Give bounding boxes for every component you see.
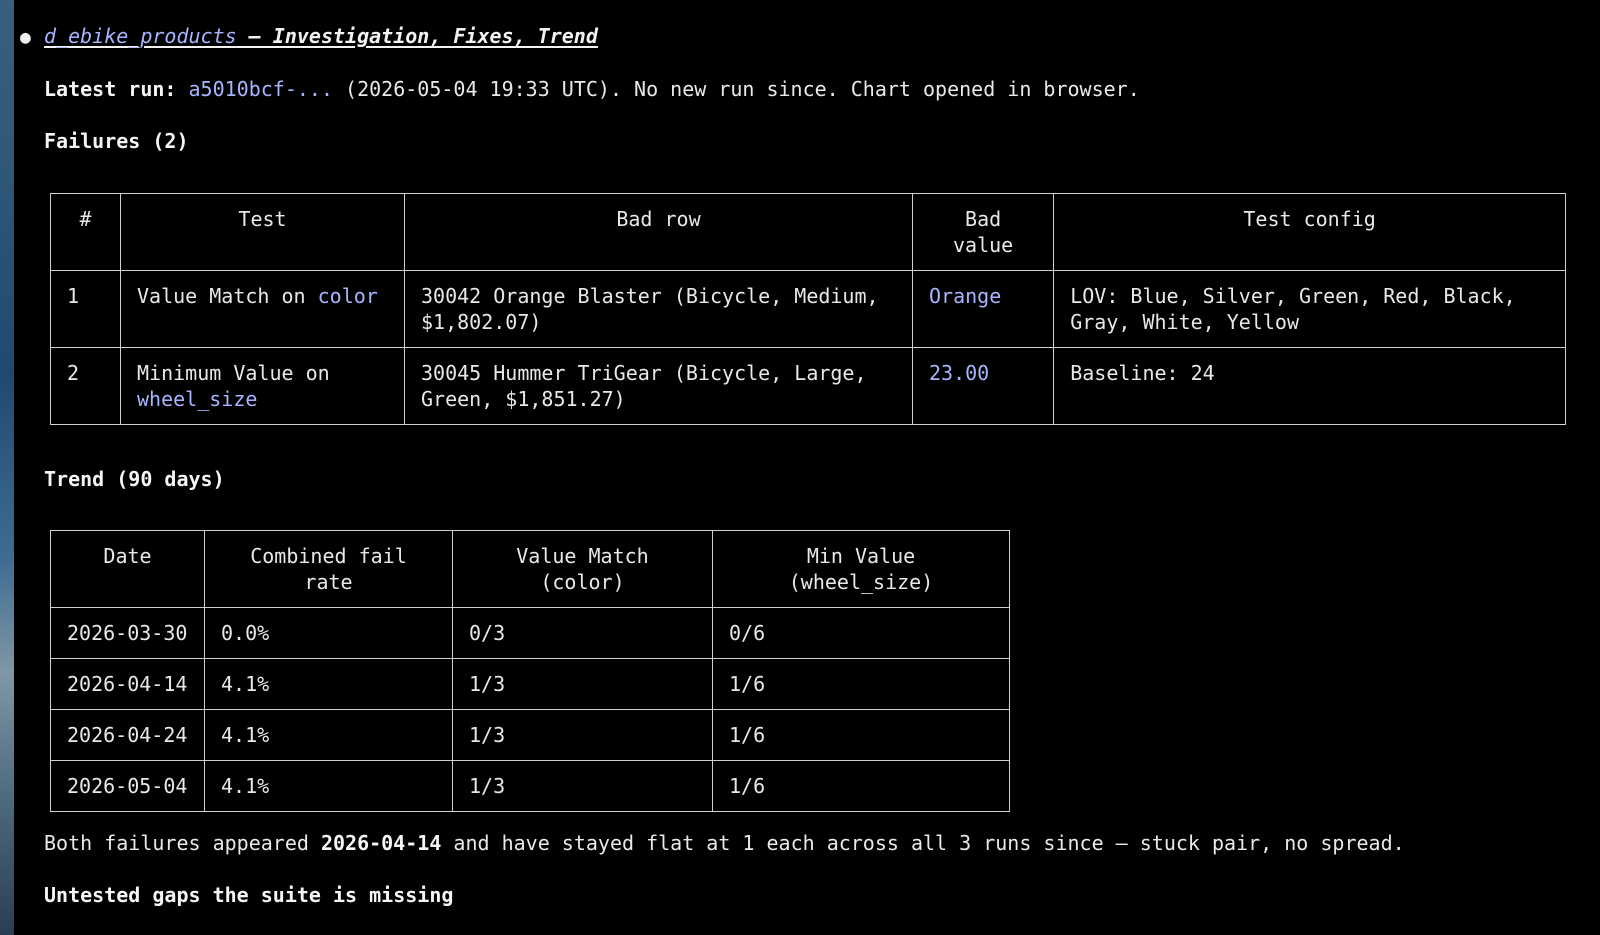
latest-run-label: Latest run: <box>44 77 177 101</box>
failure-bad-value: Orange <box>911 270 1055 348</box>
run-id[interactable]: a5010bcf-... <box>189 77 334 101</box>
table-row: 2 Minimum Value on wheel_size 30045 Humm… <box>50 347 1566 425</box>
trend-min-value: 0/6 <box>712 607 1010 659</box>
table-row: 2026-04-14 4.1% 1/3 1/6 <box>50 658 1010 710</box>
trend-min-value: 1/6 <box>712 760 1010 812</box>
table-row: 1 Value Match on color 30042 Orange Blas… <box>50 270 1566 348</box>
summary-after: and have stayed flat at 1 each across al… <box>441 831 1405 855</box>
trend-date: 2026-04-24 <box>50 709 205 761</box>
trend-date: 2026-05-04 <box>50 760 205 812</box>
failures-heading: Failures (2) <box>44 129 189 153</box>
col-combined-fail-rate: Combined fail rate <box>204 530 453 608</box>
gaps-heading: Untested gaps the suite is missing <box>44 883 454 907</box>
table-row: 2026-03-30 0.0% 0/3 0/6 <box>50 607 1010 659</box>
trend-date: 2026-03-30 <box>50 607 205 659</box>
test-prefix: Minimum Value on <box>137 361 330 385</box>
col-value-match: Value Match (color) <box>452 530 713 608</box>
trend-value-match: 0/3 <box>452 607 713 659</box>
failure-num: 1 <box>50 270 121 348</box>
failure-test: Minimum Value on wheel_size <box>120 347 405 425</box>
failure-bad-row: 30045 Hummer TriGear (Bicycle, Large, Gr… <box>404 347 913 425</box>
bullet-icon: ● <box>20 27 31 48</box>
failures-table: # Test Bad row Bad value Test config 1 V… <box>50 193 1566 425</box>
trend-value-match: 1/3 <box>452 658 713 710</box>
trend-value-match: 1/3 <box>452 709 713 761</box>
trend-fail-rate: 4.1% <box>204 658 453 710</box>
repo-name: d_ebike_products <box>44 24 237 48</box>
failure-config: LOV: Blue, Silver, Green, Red, Black, Gr… <box>1053 270 1566 348</box>
trend-min-value: 1/6 <box>712 658 1010 710</box>
trend-value-match: 1/3 <box>452 760 713 812</box>
failure-test: Value Match on color <box>120 270 405 348</box>
trend-min-value: 1/6 <box>712 709 1010 761</box>
latest-run-line: Latest run: a5010bcf-... (2026-05-04 19:… <box>44 77 1140 101</box>
trend-fail-rate: 0.0% <box>204 607 453 659</box>
summary-line: Both failures appeared 2026-04-14 and ha… <box>44 831 1405 855</box>
col-min-value: Min Value (wheel_size) <box>712 530 1010 608</box>
failure-bad-value: 23.00 <box>911 347 1055 425</box>
trend-header-row: Date Combined fail rate Value Match (col… <box>50 530 1010 608</box>
test-field: color <box>317 284 378 308</box>
col-bad-row: Bad row <box>404 193 913 271</box>
summary-before: Both failures appeared <box>44 831 321 855</box>
trend-table: Date Combined fail rate Value Match (col… <box>50 530 1010 812</box>
failure-config: Baseline: 24 <box>1053 347 1566 425</box>
table-row: 2026-04-24 4.1% 1/3 1/6 <box>50 709 1010 761</box>
failure-num: 2 <box>50 347 121 425</box>
col-date: Date <box>50 530 205 608</box>
failure-bad-row: 30042 Orange Blaster (Bicycle, Medium, $… <box>404 270 913 348</box>
trend-fail-rate: 4.1% <box>204 760 453 812</box>
title-rest: – Investigation, Fixes, Trend <box>236 24 598 48</box>
trend-fail-rate: 4.1% <box>204 709 453 761</box>
col-bad-value: Bad value <box>911 193 1055 271</box>
test-prefix: Value Match on <box>137 284 318 308</box>
latest-run-details: (2026-05-04 19:33 UTC). No new run since… <box>333 77 1140 101</box>
background-window-strip <box>0 0 14 935</box>
col-num: # <box>50 193 121 271</box>
failures-header-row: # Test Bad row Bad value Test config <box>50 193 1566 271</box>
section-title-link[interactable]: d_ebike_products – Investigation, Fixes,… <box>44 24 598 48</box>
trend-date: 2026-04-14 <box>50 658 205 710</box>
table-row: 2026-05-04 4.1% 1/3 1/6 <box>50 760 1010 812</box>
col-test-config: Test config <box>1053 193 1566 271</box>
test-field: wheel_size <box>137 387 258 411</box>
trend-heading: Trend (90 days) <box>44 467 225 491</box>
summary-date: 2026-04-14 <box>320 831 442 855</box>
col-test: Test <box>120 193 405 271</box>
